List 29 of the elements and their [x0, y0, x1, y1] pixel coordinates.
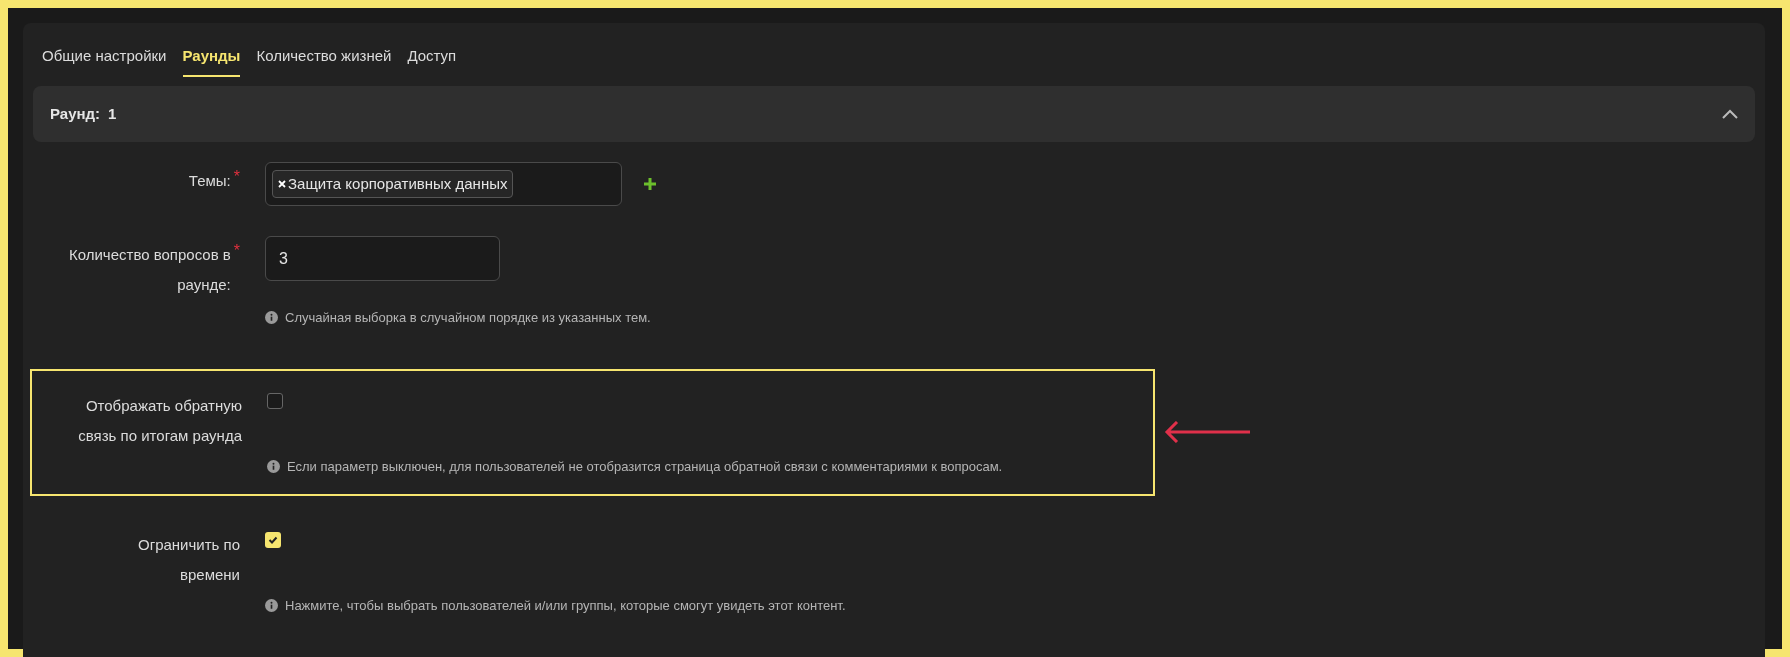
round-number: 1 — [108, 103, 117, 124]
check-icon — [268, 535, 278, 545]
remove-icon[interactable] — [278, 180, 286, 188]
info-icon — [265, 311, 278, 325]
checkbox[interactable] — [265, 532, 281, 548]
tab[interactable]: Доступ — [407, 37, 457, 77]
field-label: Отображать обратную связь по итогам раунда — [78, 395, 242, 446]
question-count-field[interactable]: 3 — [265, 236, 500, 281]
info-icon — [265, 599, 278, 613]
field-label: Темы: — [188, 171, 231, 191]
field-label: Количество вопросов в раунде: — [68, 245, 231, 295]
tab[interactable]: Раунды — [182, 37, 241, 77]
tag-text: Защита корпоративных данных — [288, 173, 508, 194]
hint-text: Если параметр выключен, для пользователей не отобразится страница обратной связи с комментариями к вопросам. — [287, 457, 1003, 476]
tab[interactable]: Количество жизней — [256, 37, 392, 77]
required-mark: * — [233, 243, 240, 259]
chevron-up-icon[interactable] — [1722, 109, 1738, 119]
arrow-icon — [1164, 420, 1250, 443]
hint-text: Нажмите, чтобы выбрать пользователей и/или группы, которые смогут увидеть этот контент. — [285, 597, 846, 615]
plus-icon[interactable] — [644, 178, 656, 190]
hint-text: Случайная выборка в случайном порядке из указанных тем. — [285, 309, 651, 327]
checkbox[interactable] — [267, 392, 283, 409]
topics-field[interactable]: Защита корпоративных данных — [265, 162, 622, 206]
tab[interactable]: Общие настройки — [42, 37, 167, 77]
field-label: Ограничить по времени — [138, 535, 240, 585]
round-header[interactable]: Раунд: 1 — [33, 86, 1755, 142]
required-mark: * — [233, 169, 240, 185]
info-icon — [267, 459, 280, 473]
round-label: Раунд: — [50, 103, 101, 124]
